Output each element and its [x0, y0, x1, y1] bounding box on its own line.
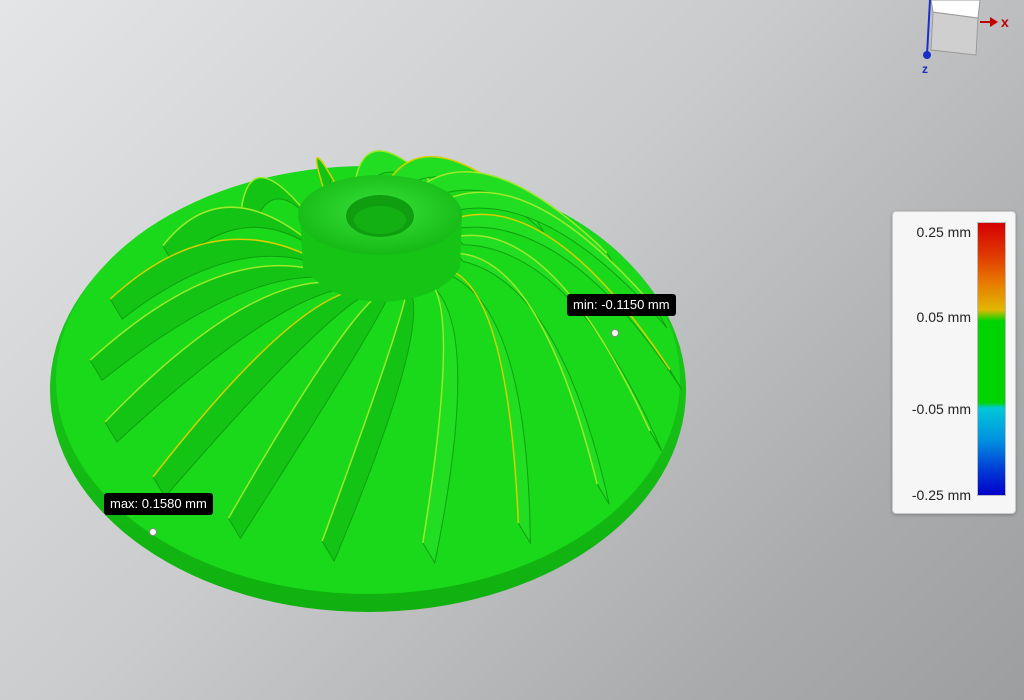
view-cube-face[interactable] [930, 11, 979, 56]
impeller-model[interactable] [0, 0, 1024, 700]
legend-label-upper-tolerance: 0.05 mm [916, 309, 971, 325]
max-deviation-callout: max: 0.1580 mm [104, 493, 213, 515]
z-axis-line [926, 0, 931, 56]
max-label: max: [110, 496, 139, 511]
view-orientation-triad[interactable]: x z [905, 0, 1024, 80]
legend-label-min: -0.25 mm [911, 487, 971, 503]
3d-viewport[interactable]: max: 0.1580 mm min: -0.1150 mm [0, 0, 1024, 700]
axis-origin-dot [923, 51, 931, 59]
x-axis-arrow-icon [990, 17, 998, 27]
min-point-marker[interactable] [611, 329, 619, 337]
min-deviation-callout: min: -0.1150 mm [567, 294, 676, 316]
deviation-color-legend: 0.25 mm 0.05 mm -0.05 mm -0.25 mm [892, 211, 1016, 514]
x-axis-label: x [1001, 14, 1009, 30]
max-value: 0.1580 mm [141, 496, 207, 511]
legend-label-max: 0.25 mm [916, 224, 971, 240]
legend-label-lower-tolerance: -0.05 mm [911, 401, 971, 417]
min-value: -0.1150 mm [601, 297, 670, 312]
legend-color-bar [977, 222, 1006, 496]
z-axis-label: z [922, 62, 928, 76]
min-label: min: [573, 297, 598, 312]
max-point-marker[interactable] [149, 528, 157, 536]
impeller-bore-inner [354, 206, 406, 234]
